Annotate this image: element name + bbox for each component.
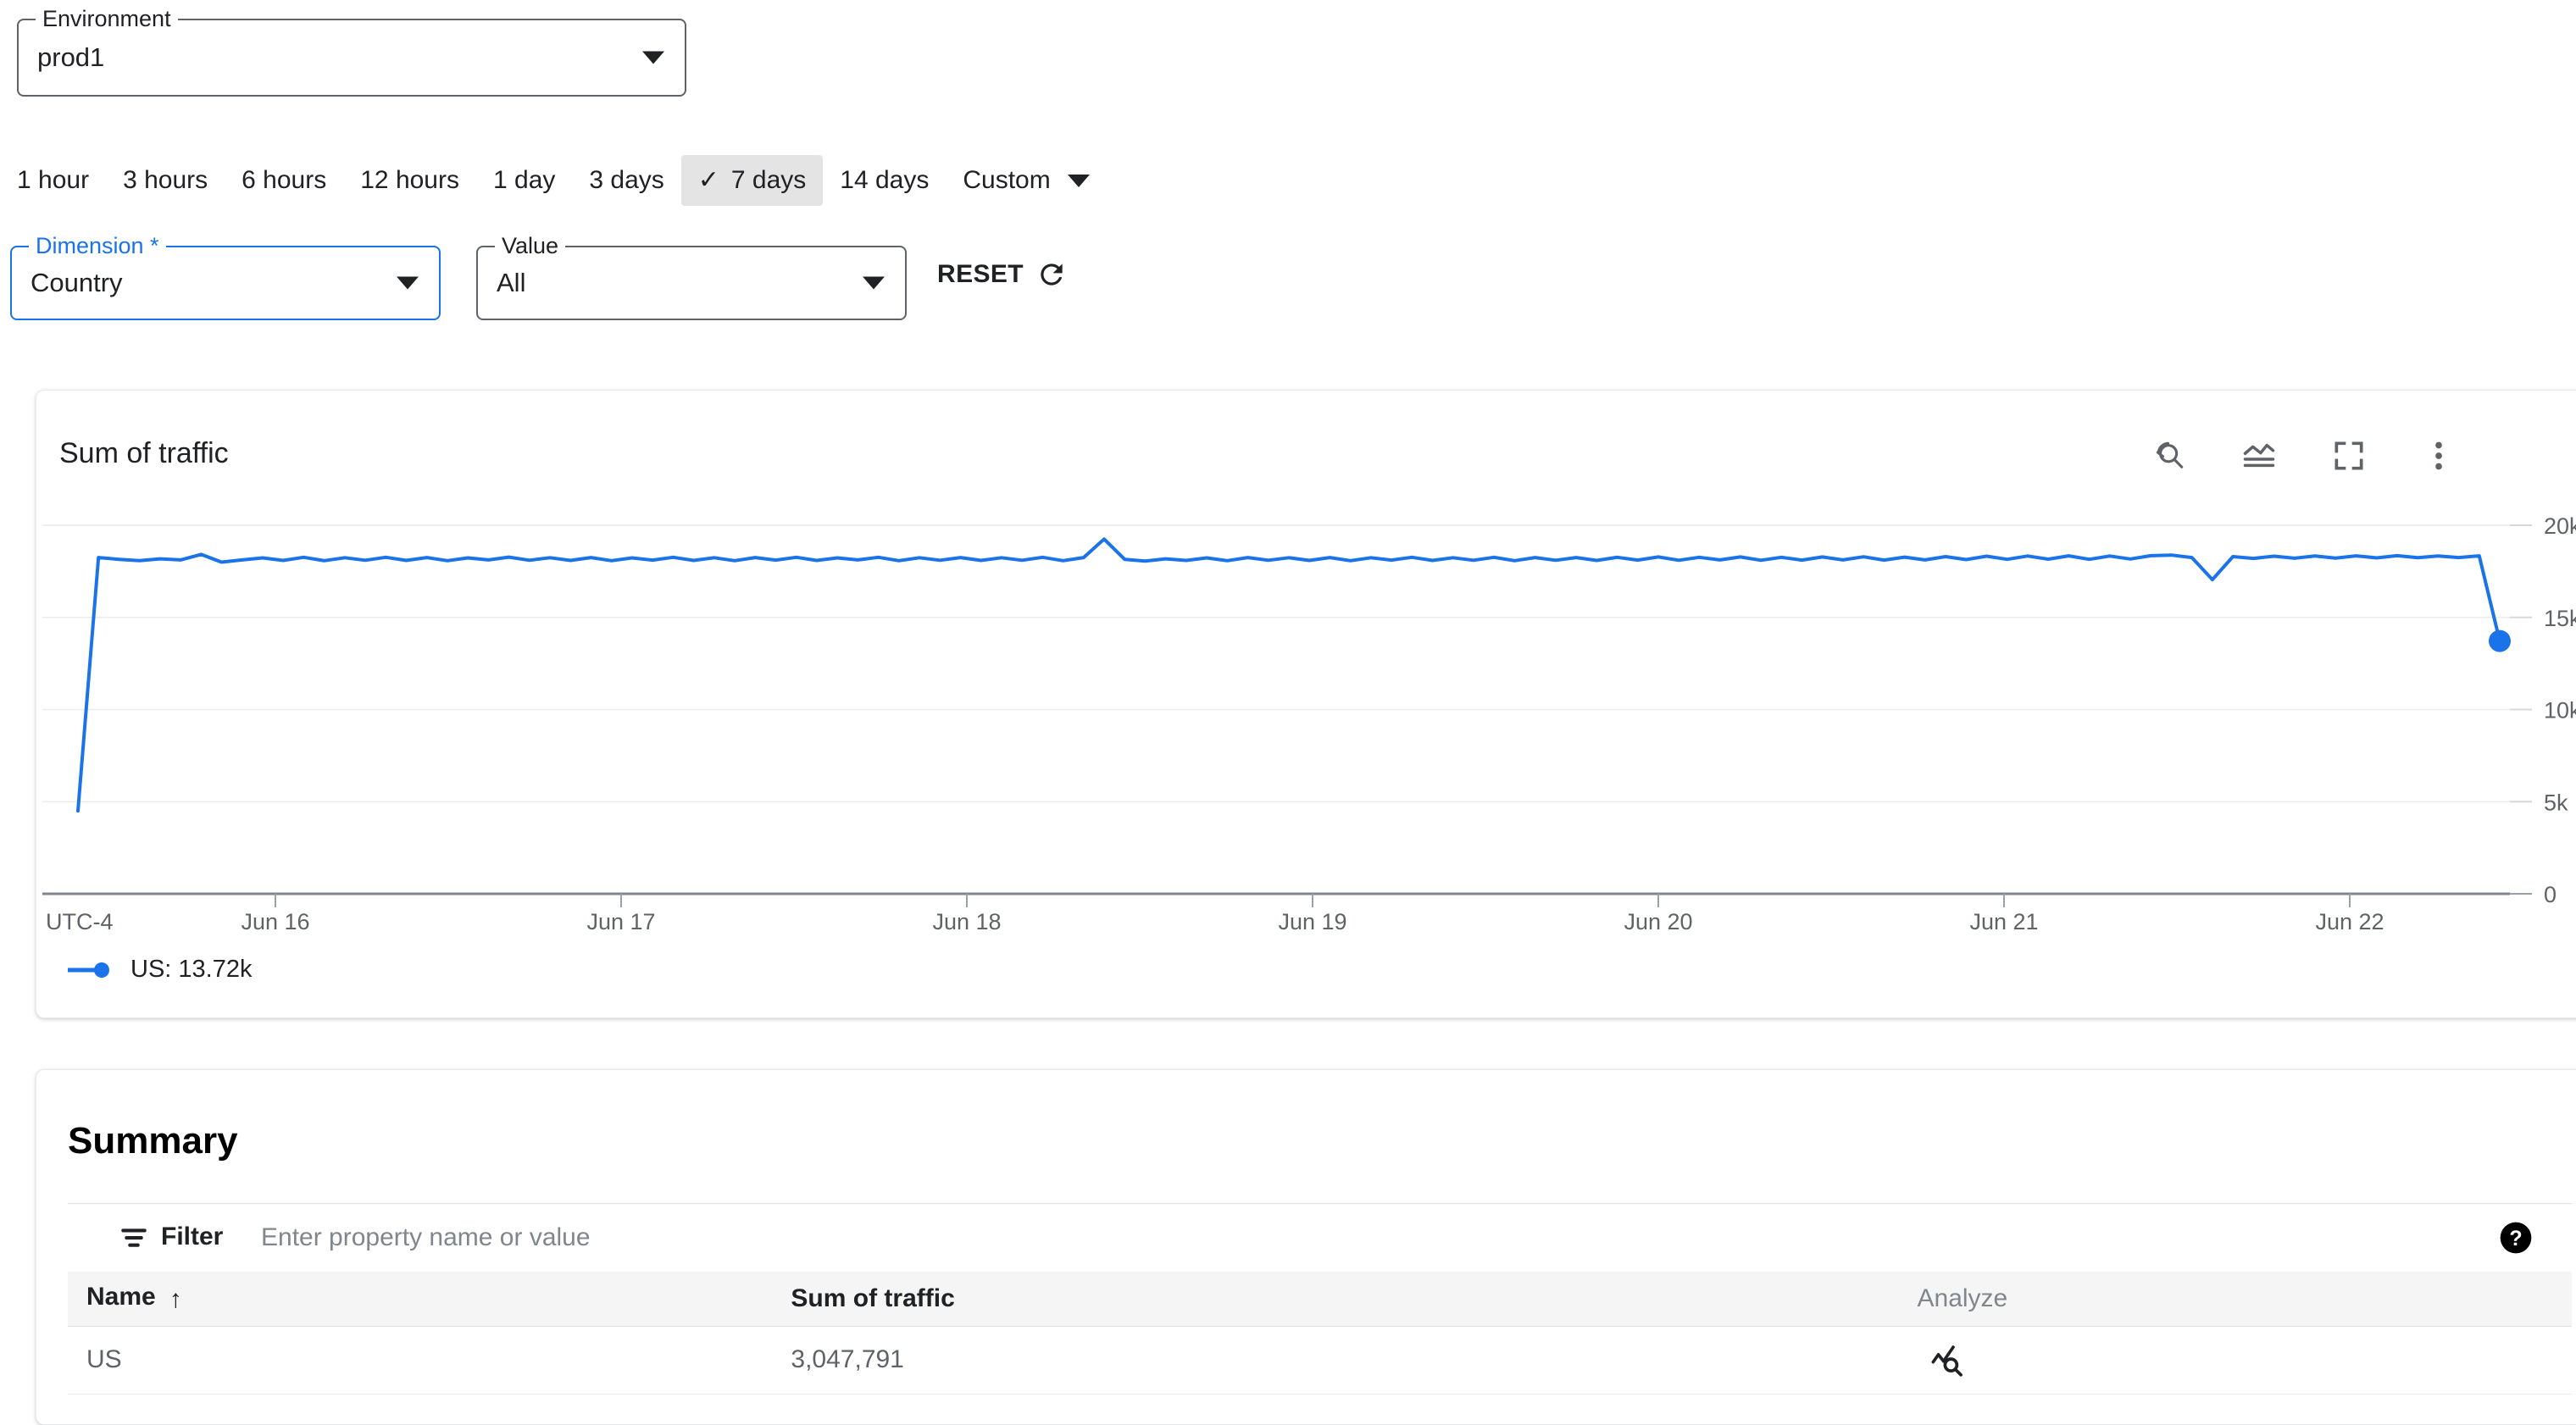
reset-button[interactable]: RESET — [937, 258, 1068, 291]
svg-text:Jun 17: Jun 17 — [586, 909, 655, 932]
svg-text:?: ? — [2509, 1227, 2522, 1250]
svg-text:5k: 5k — [2544, 790, 2568, 815]
chart-type-icon[interactable] — [2240, 437, 2278, 474]
column-header-name-label: Name — [86, 1283, 156, 1311]
dimension-select[interactable]: Dimension * Country — [10, 234, 441, 320]
chart-series — [76, 537, 2511, 813]
svg-text:Jun 16: Jun 16 — [241, 909, 309, 932]
time-range-14-days[interactable]: 14 days — [823, 155, 946, 206]
fullscreen-icon[interactable] — [2330, 437, 2368, 474]
reset-zoom-icon[interactable] — [2151, 437, 2188, 474]
summary-table-body: US 3,047,791 — [68, 1326, 2572, 1395]
svg-text:20k: 20k — [2544, 513, 2576, 539]
refresh-icon — [1041, 263, 1063, 286]
value-value: All — [497, 268, 526, 297]
column-header-analyze-label: Analyze — [1917, 1284, 2008, 1312]
svg-text:Jun 21: Jun 21 — [1969, 909, 2038, 932]
svg-text:Jun 19: Jun 19 — [1278, 909, 1346, 932]
check-icon: ✓ — [697, 166, 719, 194]
summary-table-head: Name ↑ Sum of traffic Analyze — [68, 1272, 2572, 1327]
dimension-value: Country — [31, 268, 123, 297]
filter-icon[interactable] — [120, 1226, 147, 1250]
time-range-3-days[interactable]: 3 days — [572, 155, 680, 206]
svg-text:0: 0 — [2544, 882, 2557, 907]
column-header-sum-of-traffic-label: Sum of traffic — [791, 1284, 955, 1312]
svg-text:Jun 18: Jun 18 — [932, 909, 1001, 932]
more-options-icon[interactable] — [2420, 437, 2457, 474]
cell-name: US — [68, 1326, 773, 1395]
summary-table: Name ↑ Sum of traffic Analyze US 3,047,79… — [68, 1272, 2572, 1395]
environment-value: prod1 — [37, 42, 105, 72]
legend-marker-icon — [68, 962, 109, 978]
environment-select[interactable]: Environment prod1 — [17, 7, 686, 97]
time-range-label: 12 hours — [360, 166, 459, 194]
cell-sum-of-traffic: 3,047,791 — [772, 1326, 1899, 1395]
value-label: Value — [495, 234, 566, 258]
time-range-12-hours[interactable]: 12 hours — [343, 155, 476, 206]
time-range-1-day[interactable]: 1 day — [476, 155, 572, 206]
table-header-row: Name ↑ Sum of traffic Analyze — [68, 1272, 2572, 1327]
value-select[interactable]: Value All — [476, 234, 907, 320]
chart-y-axis-labels: 0 5k 10k 15k 20k — [2544, 513, 2576, 907]
filter-label: Filter — [161, 1223, 224, 1250]
svg-text:Jun 22: Jun 22 — [2315, 909, 2384, 932]
reset-button-label: RESET — [937, 260, 1024, 288]
time-range-label: 7 days — [730, 166, 807, 194]
time-range-label: 3 hours — [123, 166, 208, 194]
time-range-label: 3 days — [589, 166, 664, 194]
time-range-7-days[interactable]: ✓ 7 days — [680, 155, 824, 206]
time-range-label: 14 days — [840, 166, 930, 194]
column-header-name[interactable]: Name ↑ — [68, 1272, 773, 1327]
time-range-3-hours[interactable]: 3 hours — [106, 155, 225, 206]
chevron-down-icon[interactable] — [397, 276, 419, 290]
filter-input[interactable] — [259, 1219, 1446, 1256]
analyze-chart-icon[interactable] — [1929, 1342, 1965, 1378]
svg-text:Jun 20: Jun 20 — [1624, 909, 1692, 932]
chevron-down-icon[interactable] — [863, 276, 885, 290]
time-range-label: 1 hour — [17, 166, 90, 194]
summary-filter-row: Filter ? — [68, 1204, 2572, 1272]
help-icon[interactable]: ? — [2499, 1221, 2533, 1255]
chart-x-axis: UTC-4 Jun 16 Jun 17 Jun 18 Jun 19 Jun 20 Jun 2… — [42, 892, 2510, 932]
chart-title: Sum of traffic — [59, 437, 229, 469]
time-range-label: 1 day — [492, 166, 556, 194]
chevron-down-icon[interactable] — [642, 51, 664, 64]
chart-action-bar — [2151, 437, 2457, 474]
chart-legend-item-us[interactable]: US: 13.72k — [66, 956, 252, 984]
time-range-custom[interactable]: Custom — [946, 155, 1106, 206]
time-range-label: 6 hours — [242, 166, 327, 194]
time-range-1-hour[interactable]: 1 hour — [0, 155, 106, 206]
table-row[interactable]: US 3,047,791 — [68, 1326, 2572, 1395]
chart-plot-area[interactable]: 0 5k 10k 15k 20k UTC-4 Jun 16 Jun 17 Jun 18 Jun … — [36, 508, 2576, 983]
traffic-line-chart[interactable]: 0 5k 10k 15k 20k UTC-4 Jun 16 Jun 17 Jun 18 Jun … — [36, 508, 2576, 932]
environment-label: Environment — [36, 7, 178, 30]
dimension-label: Dimension * — [29, 234, 166, 258]
time-range-label: Custom — [963, 166, 1051, 194]
svg-text:10k: 10k — [2544, 698, 2576, 724]
column-header-analyze: Analyze — [1898, 1272, 2572, 1327]
svg-text:15k: 15k — [2544, 606, 2576, 631]
column-header-sum-of-traffic[interactable]: Sum of traffic — [772, 1272, 1899, 1327]
cell-analyze — [1898, 1326, 2572, 1395]
chart-legend-label: US: 13.72k — [130, 956, 253, 983]
svg-text:UTC-4: UTC-4 — [46, 909, 114, 932]
time-range-6-hours[interactable]: 6 hours — [225, 155, 343, 206]
summary-heading: Summary — [68, 1120, 238, 1162]
chevron-down-icon — [1067, 174, 1090, 187]
chart-gridlines — [42, 524, 2532, 895]
time-range-selector: 1 hour 3 hours 6 hours 12 hours 1 day 3 … — [0, 155, 1107, 206]
sort-ascending-icon: ↑ — [169, 1285, 182, 1314]
